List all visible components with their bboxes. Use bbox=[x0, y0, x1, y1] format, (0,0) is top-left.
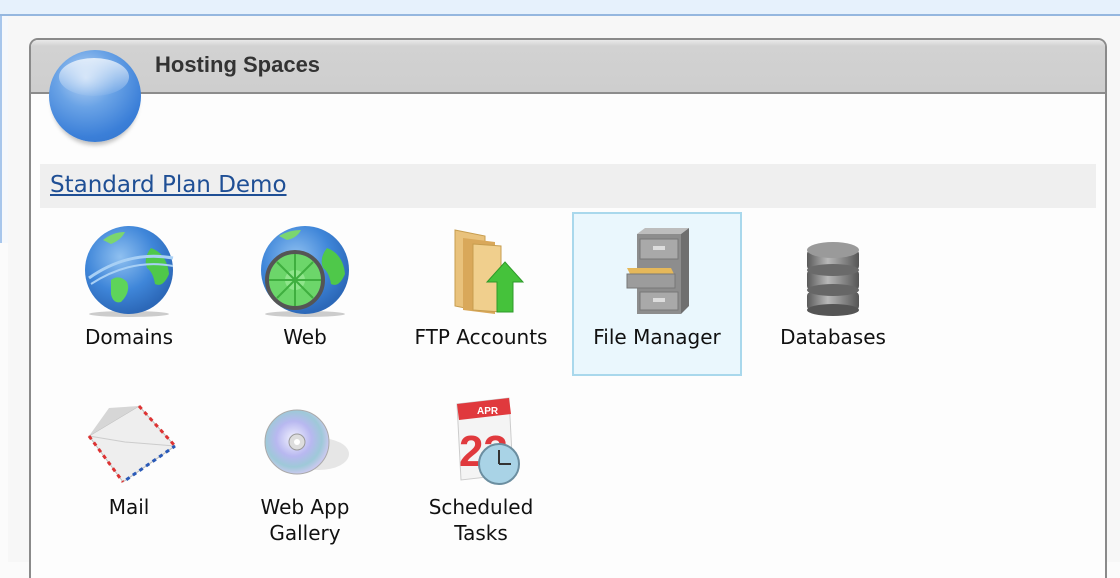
tile-scheduled-tasks[interactable]: APR 23 Scheduled Tasks bbox=[396, 382, 566, 546]
globe-icon bbox=[85, 226, 174, 317]
svg-text:APR: APR bbox=[477, 406, 499, 417]
tile-label: Domains bbox=[84, 325, 174, 349]
ftp-folder-upload-icon bbox=[454, 229, 525, 314]
calendar-clock-icon: APR 23 bbox=[456, 397, 520, 485]
tile-label: Mail bbox=[108, 495, 150, 519]
left-sidebar-border bbox=[0, 16, 2, 243]
tile-label: Web App Gallery bbox=[222, 494, 388, 546]
tile-label: Databases bbox=[780, 325, 886, 349]
tile-label-line2: Tasks bbox=[454, 521, 508, 545]
tile-label: Web bbox=[283, 325, 327, 349]
tile-label-line1: Web App bbox=[260, 495, 350, 519]
database-icon bbox=[807, 242, 859, 316]
tile-databases[interactable]: Databases bbox=[748, 212, 918, 376]
standard-plan-demo-link[interactable]: Standard Plan Demo bbox=[50, 172, 287, 198]
tile-label-line1: Scheduled bbox=[428, 495, 534, 519]
tile-label: Scheduled Tasks bbox=[398, 494, 564, 546]
top-band bbox=[0, 0, 1120, 16]
file-cabinet-icon bbox=[626, 228, 689, 314]
envelope-icon bbox=[87, 404, 177, 484]
tile-ftp-accounts[interactable]: FTP Accounts bbox=[396, 212, 566, 376]
plan-bar: Standard Plan Demo bbox=[40, 164, 1096, 208]
panel-header: Hosting Spaces bbox=[31, 40, 1105, 94]
left-sidebar-edge bbox=[2, 16, 8, 243]
tile-label: File Manager bbox=[593, 325, 721, 349]
tile-label: FTP Accounts bbox=[414, 325, 548, 349]
tile-mail[interactable]: Mail bbox=[44, 382, 214, 546]
tile-web[interactable]: Web bbox=[220, 212, 390, 376]
tile-file-manager[interactable]: File Manager bbox=[572, 212, 742, 376]
panel-title: Hosting Spaces bbox=[155, 52, 321, 77]
web-globe-icon bbox=[261, 226, 349, 317]
tile-domains[interactable]: Domains bbox=[44, 212, 214, 376]
tile-label-line2: Gallery bbox=[269, 521, 341, 545]
cd-disc-icon bbox=[264, 409, 349, 475]
tile-web-app-gallery[interactable]: Web App Gallery bbox=[220, 382, 390, 546]
hosting-spaces-orb-icon bbox=[49, 50, 141, 142]
